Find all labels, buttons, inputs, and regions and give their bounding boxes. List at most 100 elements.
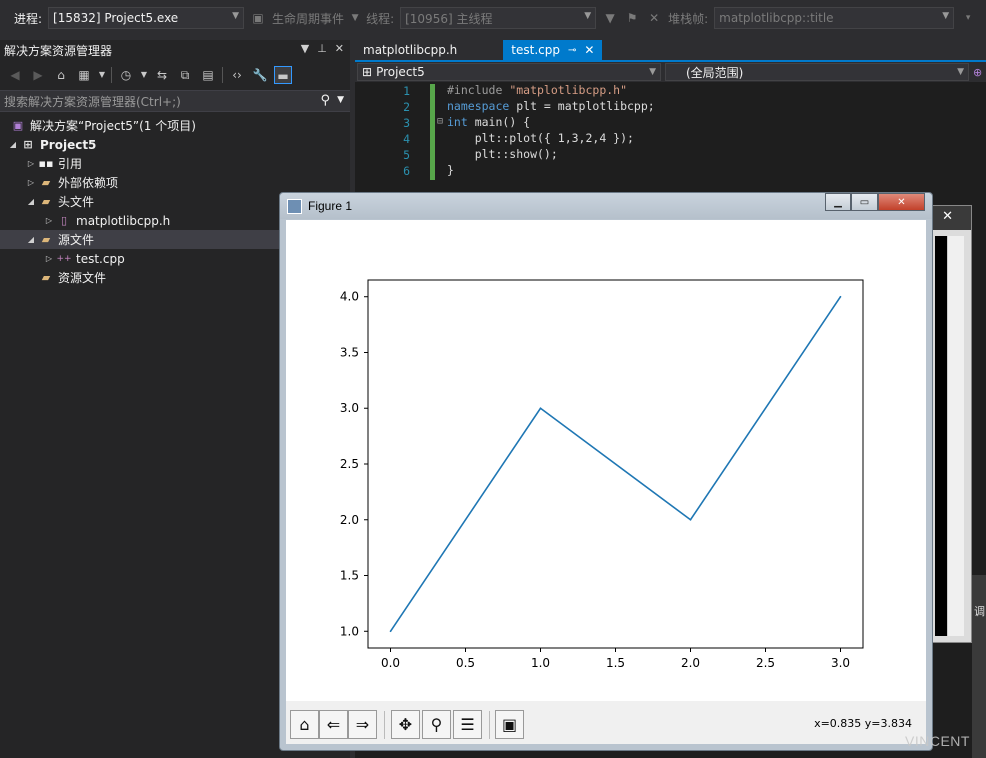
home-button[interactable]: ⌂ xyxy=(290,710,319,739)
collapsed-icon[interactable]: ▷ xyxy=(24,159,38,168)
line-chart: 0.0 0.5 1.0 1.5 2.0 2.5 3.0 1.0 1.5 2.0 2.5 3.0 3.5 4… xyxy=(340,279,864,670)
stack-value: matplotlibcpp::title xyxy=(719,11,834,25)
tree-item-label: 头文件 xyxy=(58,195,95,209)
forward-icon[interactable]: ▶ xyxy=(29,66,47,84)
folder-icon: ▰ xyxy=(41,233,51,246)
code-line: 4 xyxy=(355,131,410,147)
close-icon[interactable]: ✕ xyxy=(584,43,594,57)
code-line-text: plt::show(); xyxy=(447,147,558,161)
filter-icon[interactable]: ▼ xyxy=(602,10,618,26)
close-icon[interactable]: ✕ xyxy=(335,42,344,55)
cpp-file-icon: ++ xyxy=(56,253,72,264)
maximize-button[interactable]: ▭ xyxy=(851,193,878,211)
tree-item-label: 资源文件 xyxy=(58,271,107,285)
tree-item-external-deps[interactable]: ▷ ▰ 外部依赖项 xyxy=(0,173,350,192)
panel-title-bar: 解决方案资源管理器 ▼ ⊥ ✕ xyxy=(0,40,350,60)
forward-icon: ⇒ xyxy=(355,715,370,734)
lifecycle-button[interactable]: 生命周期事件 xyxy=(272,10,344,27)
pin-icon[interactable]: ⊥ xyxy=(317,42,327,55)
search-icon[interactable]: ⚲ xyxy=(320,93,330,108)
chevron-down-icon[interactable]: ▼ xyxy=(337,95,344,105)
tree-item-references[interactable]: ▷ ▪▪ 引用 xyxy=(0,154,350,173)
forward-button[interactable]: ⇒ xyxy=(348,710,377,739)
code-text: main() { xyxy=(467,115,531,129)
x-tick-label: 0.0 xyxy=(381,656,400,670)
clear-icon[interactable]: ✕ xyxy=(646,10,662,26)
collapse-all-icon[interactable]: ⧉ xyxy=(176,66,194,84)
references-icon: ▪▪ xyxy=(38,157,54,170)
code-line: 1 xyxy=(355,83,410,99)
dropdown-icon[interactable]: ▼ xyxy=(350,10,360,26)
y-tick-label: 4.0 xyxy=(340,290,359,304)
collapsed-icon[interactable]: ▷ xyxy=(24,178,38,187)
figure-canvas[interactable]: 0.0 0.5 1.0 1.5 2.0 2.5 3.0 1.0 1.5 2.0 2.5 3.0 3.5 4… xyxy=(286,220,926,744)
stack-select[interactable]: matplotlibcpp::title ▼ xyxy=(714,7,955,29)
x-tick-label: 0.5 xyxy=(456,656,475,670)
properties-icon[interactable]: 🔧 xyxy=(251,66,269,84)
overflow-icon[interactable]: ▾ xyxy=(960,10,976,26)
expanded-icon[interactable]: ◢ xyxy=(24,197,38,206)
expanded-icon[interactable]: ◢ xyxy=(6,140,20,149)
zoom-icon: ⚲ xyxy=(430,715,443,734)
fold-icon[interactable]: ⊟ xyxy=(437,116,443,127)
pan-button[interactable]: ✥ xyxy=(391,710,420,739)
thread-value: [10956] 主线程 xyxy=(405,11,493,26)
expanded-icon[interactable]: ◢ xyxy=(24,235,38,244)
line-number: 2 xyxy=(403,100,410,114)
close-icon[interactable]: ✕ xyxy=(942,209,953,224)
minimize-button[interactable]: ▁ xyxy=(825,193,851,211)
window-position-icon[interactable]: ▼ xyxy=(301,42,309,55)
zoom-button[interactable]: ⚲ xyxy=(422,710,451,739)
code-line: 6 xyxy=(355,163,410,179)
close-button[interactable]: ✕ xyxy=(878,193,925,211)
toolbar-separator xyxy=(384,711,385,739)
add-icon[interactable]: ⊕ xyxy=(973,66,982,79)
save-button[interactable]: ▣ xyxy=(495,710,524,739)
project-select[interactable]: ⊞ Project5 ▼ xyxy=(357,63,661,81)
dropdown-icon[interactable]: ▼ xyxy=(140,66,148,84)
sync-icon[interactable]: ⇆ xyxy=(153,66,171,84)
debug-toolbar: 进程: [15832] Project5.exe ▼ ▣ 生命周期事件 ▼ 线程… xyxy=(0,0,986,36)
tab-matplotlibcpp-h[interactable]: matplotlibcpp.h xyxy=(355,40,465,60)
tree-item-project[interactable]: ◢ ⊞ Project5 xyxy=(0,135,350,154)
pending-changes-icon[interactable]: ◷ xyxy=(117,66,135,84)
watermark: VINCENT xyxy=(905,733,970,749)
y-tick-label: 3.5 xyxy=(340,345,359,359)
flag-icon[interactable]: ⚑ xyxy=(624,10,640,26)
back-icon[interactable]: ◀ xyxy=(6,66,24,84)
lifecycle-icon[interactable]: ▣ xyxy=(250,10,266,26)
code-line-text: int main() { xyxy=(447,115,530,129)
code-string: "matplotlibcpp.h" xyxy=(509,83,628,97)
scope-select[interactable]: (全局范围) ▼ xyxy=(665,63,969,81)
data-point xyxy=(539,407,542,410)
collapsed-icon[interactable]: ▷ xyxy=(42,254,56,263)
dropdown-icon[interactable]: ▼ xyxy=(98,66,106,84)
explorer-search-input[interactable]: 搜索解决方案资源管理器(Ctrl+;) ⚲ ▼ xyxy=(0,90,350,112)
code-text: plt = matplotlibcpp; xyxy=(509,99,655,113)
view-code-icon[interactable]: ‹› xyxy=(228,66,246,84)
preview-icon[interactable]: ▬ xyxy=(274,66,292,84)
tree-item-label: 解决方案“Project5”(1 个项目) xyxy=(30,119,196,133)
back-button[interactable]: ⇐ xyxy=(319,710,348,739)
tab-test-cpp[interactable]: test.cpp ⊸ ✕ xyxy=(503,40,603,60)
collapsed-icon[interactable]: ▷ xyxy=(42,216,56,225)
chevron-down-icon: ▼ xyxy=(942,11,950,21)
code-line: 5 xyxy=(355,147,410,163)
folder-icon: ▰ xyxy=(41,176,51,189)
configure-button[interactable]: ☰ xyxy=(453,710,482,739)
pin-icon[interactable]: ⊸ xyxy=(568,45,576,56)
editor-nav-bar: ⊞ Project5 ▼ (全局范围) ▼ ⊕ xyxy=(355,60,986,82)
process-select[interactable]: [15832] Project5.exe ▼ xyxy=(48,7,245,29)
console-scrollbar[interactable] xyxy=(947,236,964,636)
separator xyxy=(222,67,223,83)
show-all-files-icon[interactable]: ▤ xyxy=(199,66,217,84)
thread-select[interactable]: [10956] 主线程 ▼ xyxy=(400,7,597,29)
code-keyword: int xyxy=(447,115,468,129)
project-icon: ⊞ xyxy=(362,65,373,79)
data-point xyxy=(839,295,842,298)
tree-item-solution[interactable]: ▣ 解决方案“Project5”(1 个项目) xyxy=(0,116,350,135)
chevron-down-icon: ▼ xyxy=(957,67,964,77)
right-panel: 调 xyxy=(972,575,986,758)
home-icon[interactable]: ⌂ xyxy=(52,66,70,84)
switch-views-icon[interactable]: ▦ xyxy=(75,66,93,84)
